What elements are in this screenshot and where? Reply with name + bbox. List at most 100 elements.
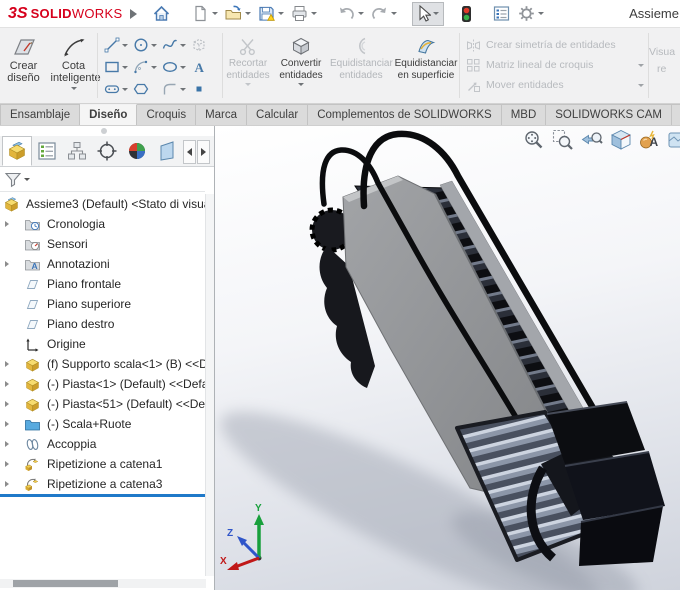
tree-item-sensors[interactable]: Sensori	[0, 234, 214, 254]
dropdown-caret-icon[interactable]	[180, 43, 186, 47]
move-entities-button[interactable]: Mover entidades	[466, 75, 644, 95]
tree-item-right-plane[interactable]: Piano destro	[0, 314, 214, 334]
undo-button[interactable]	[334, 2, 367, 25]
tree-item-piasta-51[interactable]: (-) Piasta<51> (Default) <<Default	[0, 394, 214, 414]
scrollbar-thumb[interactable]	[13, 580, 118, 587]
dropdown-caret-icon[interactable]	[638, 63, 644, 67]
tab-croquis[interactable]: Croquis	[137, 104, 197, 125]
dropdown-caret-icon[interactable]	[151, 65, 157, 69]
tree-item-origin[interactable]: Origine	[0, 334, 214, 354]
redo-button[interactable]	[367, 2, 400, 25]
home-button[interactable]	[149, 2, 174, 25]
tab-property-manager[interactable]	[32, 136, 62, 166]
offset-entities-button[interactable]: Equidistanciar entidades	[329, 34, 393, 103]
dropdown-caret-icon[interactable]	[278, 12, 285, 15]
dropdown-caret-icon[interactable]	[151, 43, 157, 47]
tab-dimxpert-manager[interactable]	[92, 136, 122, 166]
dropdown-caret-icon[interactable]	[24, 178, 30, 181]
tab-solidworks-inspection[interactable]: SOLIDWORKS In	[671, 104, 680, 125]
dropdown-caret-icon[interactable]	[122, 43, 128, 47]
tree-item-chain-pattern-3[interactable]: Ripetizione a catena3	[0, 474, 214, 494]
section-view-button[interactable]	[610, 129, 632, 155]
dropdown-caret-icon[interactable]	[391, 12, 398, 15]
convert-entities-button[interactable]: Convertir entidades	[273, 34, 329, 103]
circle-tool-button[interactable]	[133, 37, 162, 53]
line-tool-button[interactable]	[104, 37, 133, 53]
slot-tool-button[interactable]	[104, 81, 133, 97]
expand-arrow-icon[interactable]	[0, 221, 14, 227]
offset-on-surface-button[interactable]: Equidistanciar en superficie	[393, 34, 459, 103]
scene-button[interactable]	[668, 129, 680, 155]
expand-arrow-icon[interactable]	[0, 421, 14, 427]
tree-item-piasta-1[interactable]: (-) Piasta<1> (Default) <<Default>	[0, 374, 214, 394]
sketch-text-button[interactable]: A	[191, 59, 220, 75]
zoom-fit-button[interactable]	[523, 129, 545, 155]
trim-entities-button[interactable]: Recortar entidades	[223, 34, 273, 103]
dropdown-caret-icon[interactable]	[180, 65, 186, 69]
smart-dimension-button[interactable]: Cota inteligente	[51, 34, 101, 103]
tab-solidworks-cam[interactable]: SOLIDWORKS CAM	[546, 104, 672, 125]
expand-arrow-icon[interactable]	[0, 361, 14, 367]
dropdown-caret-icon[interactable]	[180, 87, 186, 91]
tab-ensamblaje[interactable]: Ensamblaje	[0, 104, 81, 125]
ellipse-tool-button[interactable]	[162, 59, 191, 75]
tree-filter[interactable]	[0, 168, 205, 192]
tab-marca[interactable]: Marca	[196, 104, 248, 125]
dropdown-caret-icon[interactable]	[358, 12, 365, 15]
tree-item-annotations[interactable]: A Annotazioni	[0, 254, 214, 274]
tree-item-root[interactable]: Assieme3 (Default) <Stato di visualizza	[0, 194, 214, 214]
dropdown-caret-icon[interactable]	[298, 83, 304, 86]
open-button[interactable]	[221, 2, 254, 25]
expand-arrow-icon[interactable]	[0, 261, 14, 267]
dropdown-caret-icon[interactable]	[538, 12, 545, 15]
dropdown-caret-icon[interactable]	[433, 12, 440, 15]
point-tool-button[interactable]	[191, 81, 220, 97]
tab-configuration-manager[interactable]	[62, 136, 92, 166]
dropdown-caret-icon[interactable]	[70, 86, 77, 90]
select-tool-button[interactable]	[412, 1, 445, 26]
dropdown-caret-icon[interactable]	[245, 12, 252, 15]
tree-item-front-plane[interactable]: Piano frontale	[0, 274, 214, 294]
dropdown-caret-icon[interactable]	[245, 83, 251, 86]
tree-item-history[interactable]: Cronologia	[0, 214, 214, 234]
panel-tab-scroll-left[interactable]	[183, 140, 196, 164]
menu-expand-arrow-icon[interactable]	[130, 8, 138, 19]
linear-pattern-button[interactable]: Matriz lineal de croquis	[466, 55, 644, 75]
expand-arrow-icon[interactable]	[0, 441, 14, 447]
dropdown-caret-icon[interactable]	[122, 65, 128, 69]
tree-horizontal-scrollbar[interactable]	[0, 579, 206, 588]
tree-item-chain-pattern-1[interactable]: Ripetizione a catena1	[0, 454, 214, 474]
panel-splitter-handle[interactable]	[101, 128, 107, 134]
print-button[interactable]	[287, 2, 320, 25]
rollback-bar[interactable]	[0, 494, 212, 497]
tab-diseno[interactable]: Diseño	[80, 104, 138, 125]
polygon-tool-button[interactable]	[133, 81, 162, 97]
arc-tool-button[interactable]	[133, 59, 162, 75]
spline-tool-button[interactable]	[162, 37, 191, 53]
expand-arrow-icon[interactable]	[0, 461, 14, 467]
zoom-area-button[interactable]	[552, 129, 574, 155]
rebuild-button[interactable]	[458, 3, 475, 25]
expand-arrow-icon[interactable]	[0, 381, 14, 387]
expand-arrow-icon[interactable]	[0, 481, 14, 487]
appearance-button[interactable]: A	[639, 129, 661, 155]
expand-arrow-icon[interactable]	[0, 401, 14, 407]
panel-tab-scroll-right[interactable]	[197, 140, 210, 164]
previous-view-button[interactable]	[581, 129, 603, 155]
tree-item-scala-ruote[interactable]: (-) Scala+Ruote	[0, 414, 214, 434]
dropdown-caret-icon[interactable]	[212, 12, 219, 15]
dropdown-caret-icon[interactable]	[122, 87, 128, 91]
rectangle-tool-button[interactable]	[104, 59, 133, 75]
options-button[interactable]	[514, 2, 547, 25]
mirror-entities-button[interactable]: Crear simetría de entidades	[466, 35, 644, 55]
viewport-3d[interactable]: A Y Z X	[215, 126, 680, 590]
new-document-button[interactable]	[188, 2, 221, 25]
tab-mbd[interactable]: MBD	[501, 104, 547, 125]
tab-display-manager[interactable]	[122, 136, 152, 166]
tree-item-supporto-scala[interactable]: (f) Supporto scala<1> (B) <<Defa	[0, 354, 214, 374]
mesh-sketch-button[interactable]	[191, 37, 220, 53]
tree-item-mates[interactable]: Accoppia	[0, 434, 214, 454]
file-properties-button[interactable]	[489, 2, 514, 25]
tree-item-top-plane[interactable]: Piano superiore	[0, 294, 214, 314]
tree-vertical-scrollbar[interactable]	[205, 194, 214, 576]
